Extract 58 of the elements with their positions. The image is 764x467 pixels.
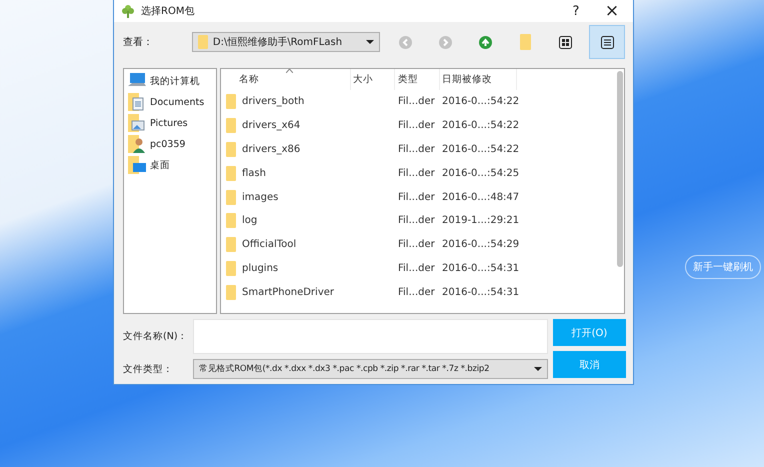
file-type: Fil...der [398,239,435,250]
file-type: Fil...der [398,262,435,274]
file-row[interactable]: log Fil...der 2019-1...:29:21 [221,208,624,233]
file-row[interactable]: drivers_both Fil...der 2016-0...:54:22 [221,90,624,114]
look-in-label: 查看： [123,36,154,49]
file-name: OfficialTool [242,239,296,250]
file-name: drivers_both [242,96,304,108]
file-date: 2016-0...:54:31 [442,286,520,298]
file-type-label: 文件类型： [123,362,174,376]
column-header[interactable]: 日期被修改 [440,69,517,90]
place-label: Documents [150,96,204,108]
file-row[interactable]: SmartPhoneDriver Fil...der 2016-0...:54:31 [221,280,624,304]
file-name: SmartPhoneDriver [242,286,334,298]
file-row[interactable]: flash Fil...der 2016-0...:54:25 [221,161,624,186]
file-type: Fil...der [398,168,435,179]
file-name: plugins [242,262,278,274]
file-type: Fil...der [398,286,435,298]
file-name: log [242,215,258,226]
place-item[interactable]: Pictures [128,114,212,132]
file-date: 2016-0...:48:47 [442,192,520,203]
file-row[interactable]: images Fil...der 2016-0...:48:47 [221,185,624,209]
column-header[interactable]: 名称 [221,69,351,90]
place-label: pc0359 [150,138,186,150]
file-type: Fil...der [398,144,435,155]
file-name: images [242,192,278,203]
file-date: 2016-0...:54:29 [442,239,520,250]
window-title: 选择ROM包 [141,4,194,18]
file-date: 2016-0...:54:22 [442,144,520,155]
place-label: Pictures [150,118,188,128]
file-date: 2016-0...:54:31 [442,262,520,274]
place-item[interactable]: Documents [128,93,212,111]
place-label: 我的计算机 [150,74,200,88]
help-button[interactable]: ? [561,4,591,18]
file-type: Fil...der [398,215,435,226]
file-row[interactable]: plugins Fil...der 2016-0...:54:31 [221,256,624,280]
file-name: drivers_x86 [242,144,300,155]
place-label: 桌面 [150,158,170,172]
file-name: drivers_x64 [242,120,300,132]
file-name-label: 文件名称(N)： [123,330,189,343]
file-type-dropdown[interactable]: 常见格式ROM包(*.dx *.dxx *.dx3 *.pac *.cpb *.zip *.rar *.tar *.7z *.bzip2 [193,359,548,379]
file-type: Fil...der [398,120,435,132]
column-header[interactable]: 类型 [395,69,440,90]
file-name: flash [242,168,266,179]
file-type: Fil...der [398,192,435,203]
file-date: 2016-0...:54:22 [442,120,520,132]
path-dropdown[interactable]: D:\恒熙维修助手\RomFLash [192,32,380,52]
file-type: Fil...der [398,96,435,108]
file-row[interactable]: drivers_x86 Fil...der 2016-0...:54:22 [221,138,624,162]
column-header[interactable]: 大小 [351,69,395,90]
place-item[interactable]: 桌面 [128,156,212,174]
file-row[interactable]: drivers_x64 Fil...der 2016-0...:54:22 [221,114,624,138]
file-row[interactable]: OfficialTool Fil...der 2016-0...:54:29 [221,232,624,257]
place-item[interactable]: pc0359 [128,135,212,153]
file-date: 2016-0...:54:25 [442,168,520,179]
file-date: 2019-1...:29:21 [442,215,520,226]
file-date: 2016-0...:54:22 [442,96,520,108]
place-item[interactable]: 我的计算机 [128,72,212,90]
close-button[interactable]: × [597,1,627,21]
